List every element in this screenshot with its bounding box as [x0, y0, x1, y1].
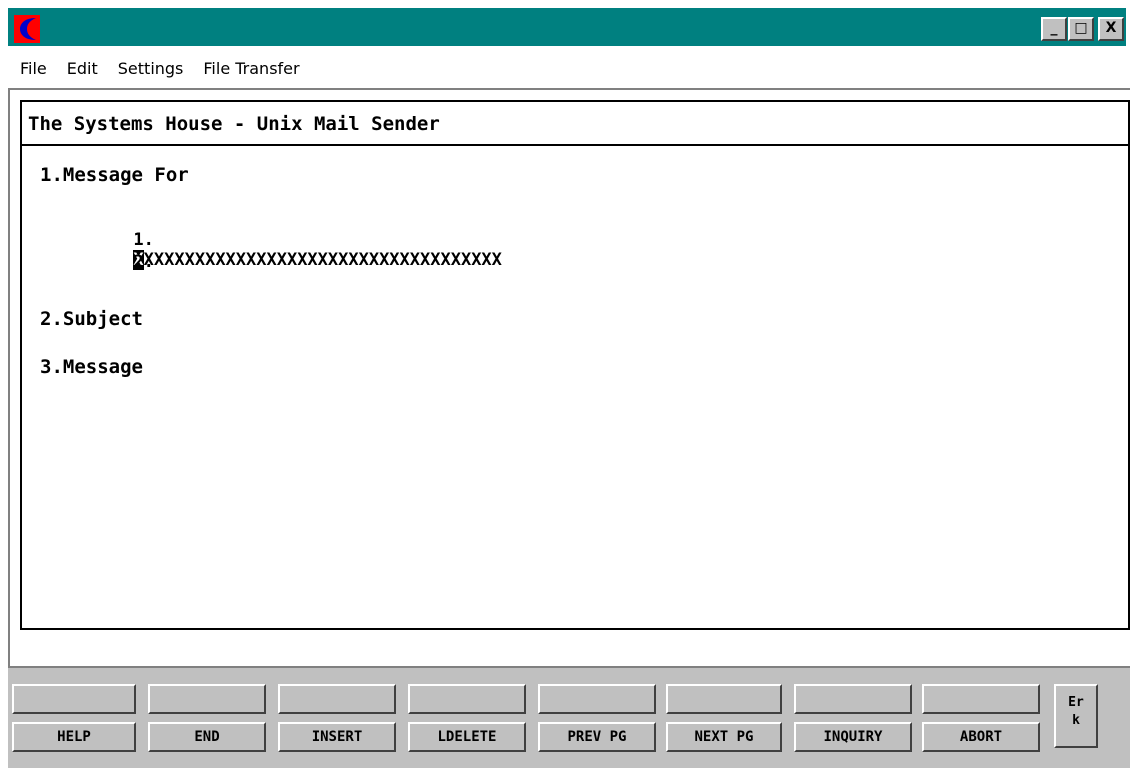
- recipient-2-number: 2.: [133, 252, 154, 272]
- status-strip: [8, 666, 1130, 680]
- end-key[interactable]: END: [148, 722, 266, 752]
- subject-label: 2.Subject: [40, 308, 143, 330]
- terminal-frame: The Systems House - Unix Mail Sender 1.M…: [8, 88, 1130, 666]
- recipient-1-input[interactable]: XXXXXXXXXXXXXXXXXXXXXXXXXXXXXXXXXXX: [144, 250, 502, 270]
- menu-file[interactable]: File: [20, 59, 47, 78]
- maximize-button[interactable]: □: [1068, 17, 1094, 41]
- function-key-bar: HELP END INSERT LDELETE PREV PG NEXT PG …: [8, 680, 1130, 768]
- minimize-button[interactable]: _: [1041, 17, 1067, 41]
- message-label: 3.Message: [40, 356, 143, 378]
- fkey-7-top[interactable]: [794, 684, 912, 714]
- fkey-5-top[interactable]: [538, 684, 656, 714]
- fkey-2-top[interactable]: [148, 684, 266, 714]
- side-key-line-2: k: [1072, 713, 1080, 728]
- side-key[interactable]: Er k: [1054, 684, 1098, 748]
- side-key-line-1: Er: [1068, 695, 1084, 710]
- menu-settings[interactable]: Settings: [118, 59, 184, 78]
- screen-title: The Systems House - Unix Mail Sender: [22, 102, 1128, 146]
- fkey-3-top[interactable]: [278, 684, 396, 714]
- menu-file-transfer[interactable]: File Transfer: [203, 59, 299, 78]
- title-bar: _ □ X: [8, 8, 1126, 46]
- prev-pg-key[interactable]: PREV PG: [538, 722, 656, 752]
- help-key[interactable]: HELP: [12, 722, 136, 752]
- menu-edit[interactable]: Edit: [67, 59, 98, 78]
- fkey-1-top[interactable]: [12, 684, 136, 714]
- recipient-2-row[interactable]: 2.: [72, 232, 154, 292]
- app-icon[interactable]: [14, 15, 40, 43]
- message-for-label: 1.Message For: [40, 164, 189, 186]
- fkey-6-top[interactable]: [666, 684, 782, 714]
- ldelete-key[interactable]: LDELETE: [408, 722, 526, 752]
- close-button[interactable]: X: [1098, 17, 1124, 41]
- menu-bar: File Edit Settings File Transfer: [8, 48, 1126, 88]
- insert-key[interactable]: INSERT: [278, 722, 396, 752]
- fkey-4-top[interactable]: [408, 684, 526, 714]
- terminal-screen[interactable]: The Systems House - Unix Mail Sender 1.M…: [20, 100, 1130, 630]
- fkey-8-top[interactable]: [922, 684, 1040, 714]
- inquiry-key[interactable]: INQUIRY: [794, 722, 912, 752]
- abort-key[interactable]: ABORT: [922, 722, 1040, 752]
- next-pg-key[interactable]: NEXT PG: [666, 722, 782, 752]
